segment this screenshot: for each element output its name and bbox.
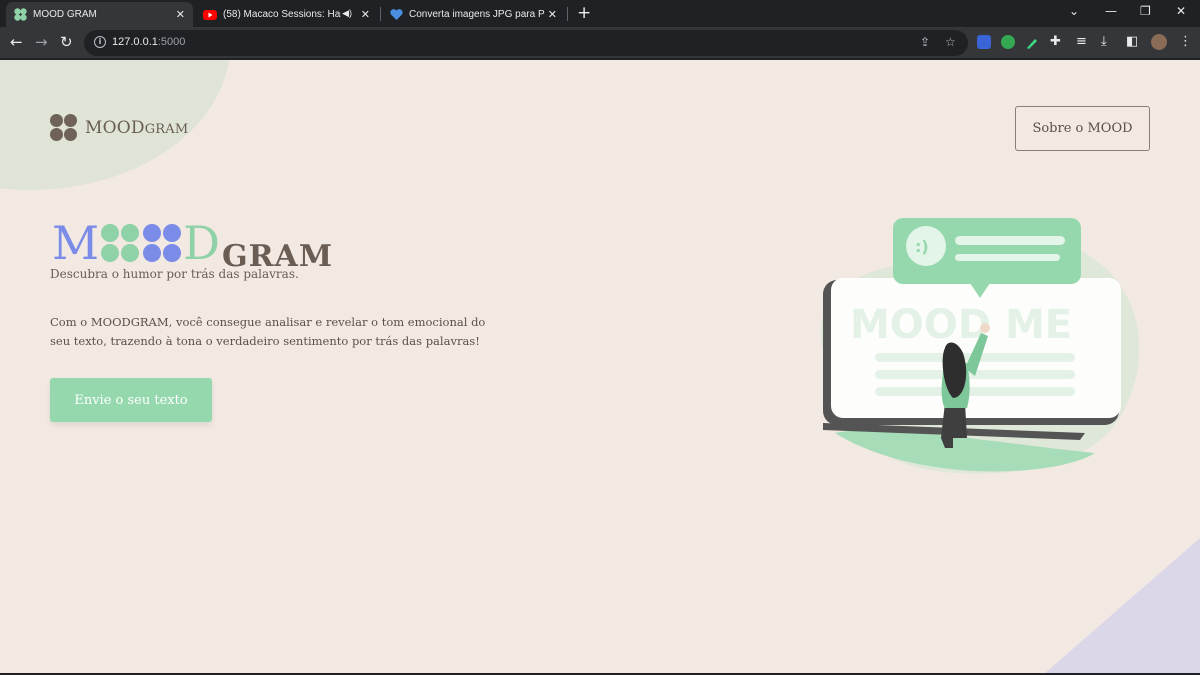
- youtube-favicon-icon: [203, 9, 217, 20]
- url-port: :5000: [157, 36, 186, 48]
- tab-moodgram[interactable]: MOOD GRAM ✕: [6, 2, 193, 27]
- tab-converter[interactable]: Converta imagens JPG para PNG ✕: [382, 2, 565, 27]
- logo-wordmark: MOODGRAM: [85, 118, 188, 138]
- mood-illustration: MOOD ME :): [820, 218, 1140, 474]
- forward-arrow-icon[interactable]: →: [35, 33, 48, 51]
- page-viewport: MOODGRAM Sobre o MOOD M D GRAM Descubra …: [0, 60, 1200, 673]
- hero-title: M D GRAM: [52, 206, 333, 272]
- hero-tagline: Descubra o humor por trás das palavras.: [50, 267, 299, 281]
- speaker-icon[interactable]: ◀): [342, 8, 352, 19]
- send-text-button[interactable]: Envie o seu texto: [50, 378, 212, 422]
- clover-logo-icon: [50, 114, 77, 141]
- close-icon[interactable]: ✕: [548, 8, 557, 21]
- hero-description: Com o MOODGRAM, você consegue analisar e…: [50, 315, 486, 348]
- hero-title-m: M: [52, 216, 100, 270]
- tab-title: MOOD GRAM: [33, 9, 97, 20]
- pen-extension-icon[interactable]: [1025, 35, 1039, 49]
- clover-favicon-icon: [14, 8, 27, 21]
- tab-divider: [380, 7, 381, 21]
- side-panel-icon[interactable]: ◧: [1126, 34, 1138, 49]
- about-button[interactable]: Sobre o MOOD: [1015, 106, 1150, 151]
- dollar-extension-icon[interactable]: [1001, 35, 1015, 49]
- extensions-puzzle-icon[interactable]: ✚: [1050, 34, 1061, 49]
- new-tab-plus-icon[interactable]: +: [577, 3, 591, 23]
- tab-youtube[interactable]: (58) Macaco Sessions: Harm ◀) ✕: [195, 2, 378, 27]
- close-icon[interactable]: ✕: [176, 8, 185, 21]
- tab-divider: [567, 7, 568, 21]
- reload-icon[interactable]: ↻: [60, 33, 73, 51]
- tab-title: Converta imagens JPG para PNG: [409, 9, 545, 20]
- minimize-icon[interactable]: —: [1105, 4, 1117, 18]
- tab-search-chevron-icon[interactable]: ⌄: [1069, 4, 1079, 18]
- address-bar[interactable]: i 127.0.0.1:5000 ⇪ ☆: [84, 30, 968, 56]
- logo-wordmark-small: GRAM: [144, 121, 189, 137]
- close-icon[interactable]: ✕: [361, 8, 370, 21]
- hero-title-d: D: [183, 216, 220, 270]
- site-logo[interactable]: MOODGRAM: [50, 114, 188, 141]
- back-arrow-icon[interactable]: ←: [10, 33, 23, 51]
- url-host: 127.0.0.1: [112, 36, 158, 48]
- logo-wordmark-main: MOOD: [85, 117, 145, 138]
- tab-strip: MOOD GRAM ✕ (58) Macaco Sessions: Harm ◀…: [0, 0, 1200, 27]
- url-text[interactable]: 127.0.0.1:5000: [112, 36, 185, 48]
- heart-favicon-icon: [390, 8, 403, 21]
- decorative-triangle: [1045, 538, 1200, 673]
- profile-avatar[interactable]: [1151, 34, 1167, 50]
- kebab-menu-icon[interactable]: ⋮: [1179, 34, 1192, 49]
- purple-flower-icon: [143, 224, 182, 262]
- site-info-icon[interactable]: i: [94, 36, 106, 48]
- bitwarden-shield-icon[interactable]: [977, 35, 991, 49]
- browser-toolbar: ← → ↻ i 127.0.0.1:5000 ⇪ ☆ ✚ ≡ ⤓ ◧ ⋮: [0, 27, 1200, 59]
- green-flower-icon: [101, 224, 140, 262]
- bubble-face-text: :): [915, 237, 929, 256]
- share-icon[interactable]: ⇪: [920, 35, 930, 49]
- download-icon[interactable]: ⤓: [1101, 34, 1107, 49]
- screen-text: MOOD ME: [850, 302, 1072, 348]
- restore-icon[interactable]: ❐: [1140, 4, 1151, 18]
- bookmark-star-icon[interactable]: ☆: [945, 35, 956, 49]
- media-queue-icon[interactable]: ≡: [1076, 34, 1087, 49]
- tab-title: (58) Macaco Sessions: Harm: [223, 9, 341, 20]
- window-close-icon[interactable]: ✕: [1176, 4, 1186, 18]
